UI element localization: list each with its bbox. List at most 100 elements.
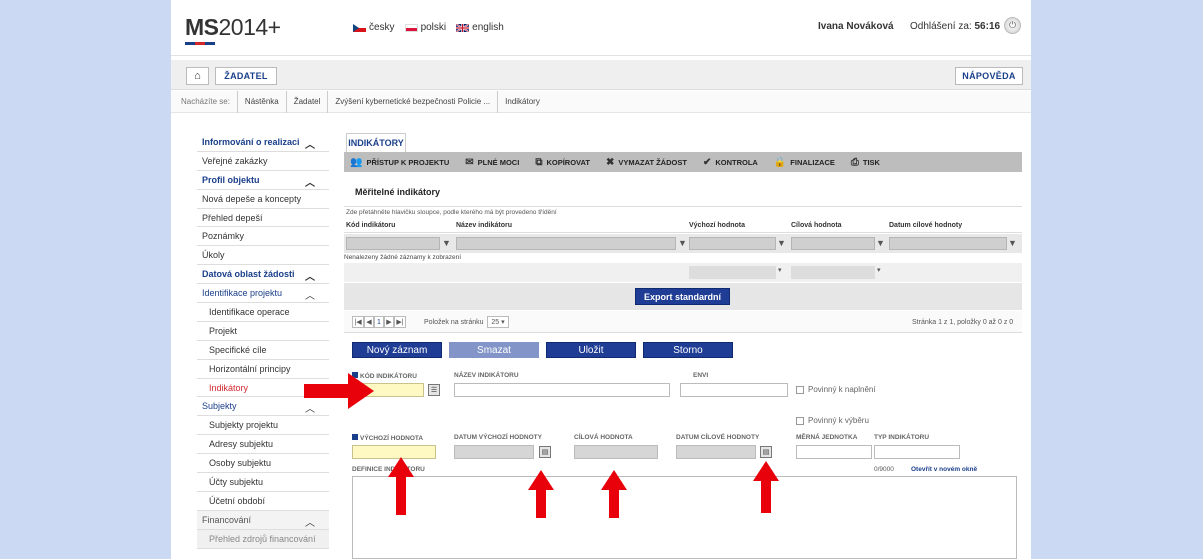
sidebar-item-ukoly[interactable]: Úkoly — [197, 246, 329, 266]
pager-per-page-select[interactable]: 25 ▾ — [487, 316, 509, 328]
home-button[interactable]: ⌂ — [186, 67, 209, 85]
toolbar-check-button[interactable]: ✔ KONTROLA — [703, 157, 758, 168]
people-icon: 👥 — [350, 156, 363, 168]
toolbar-print-button[interactable]: ⎙ TISK — [851, 157, 880, 168]
filter-icon[interactable]: ▼ — [677, 237, 688, 250]
filter-input[interactable] — [456, 237, 676, 250]
envi-input[interactable] — [680, 383, 788, 397]
lang-english[interactable]: english — [456, 22, 504, 33]
filter-input[interactable] — [889, 237, 1007, 250]
pager-next-button[interactable]: ▶ — [384, 316, 394, 328]
dropdown-arrow-icon[interactable]: ▾ — [778, 266, 782, 274]
power-icon[interactable]: ⏻ — [1004, 17, 1021, 34]
breadcrumb-item[interactable]: Nástěnka — [238, 90, 287, 113]
toolbar: 👥 PŘÍSTUP K PROJEKTU ✉ PLNÉ MOCI ⧉ KOPÍROVA… — [344, 152, 1022, 172]
sidebar-item-financovani[interactable]: Financování ︿ — [197, 510, 329, 530]
open-new-window-link[interactable]: Otevřít v novém okně — [911, 466, 977, 473]
filter-input[interactable] — [689, 237, 776, 250]
sidebar-item-subjekty-projektu[interactable]: Subjekty projektu — [197, 416, 329, 436]
help-button[interactable]: NÁPOVĚDA — [955, 67, 1023, 85]
per-page-value: 25 — [491, 318, 500, 326]
lang-czech[interactable]: česky — [353, 22, 395, 33]
column-header[interactable]: Kód indikátoru — [346, 222, 395, 229]
calendar-icon[interactable]: ▤ — [760, 446, 772, 458]
user-name[interactable]: Ivana Nováková — [818, 21, 894, 32]
filter-input[interactable] — [346, 237, 440, 250]
sidebar-item-ucty-subjektu[interactable]: Účty subjektu — [197, 473, 329, 492]
toolbar-finalize-button[interactable]: 🔒 FINALIZACE — [774, 157, 835, 168]
sidebar-item-identifikace-projektu[interactable]: Identifikace projektu ︿ — [197, 284, 329, 304]
checkbox-box[interactable] — [796, 385, 804, 394]
pager-current-page[interactable]: 1 — [374, 316, 384, 328]
sidebar: Informování o realizaci ︿ Veřejné zakázky… — [197, 133, 329, 559]
start-value-label: VÝCHOZÍ HODNOTA — [352, 434, 423, 442]
calendar-icon[interactable]: ▤ — [539, 446, 551, 458]
tab-indikatory[interactable]: INDIKÁTORY — [346, 133, 406, 152]
chevron-up-icon[interactable]: ︿ — [305, 136, 315, 151]
lang-polish[interactable]: polski — [404, 22, 446, 33]
sidebar-item-specificke-cile[interactable]: Specifické cíle — [197, 340, 329, 360]
sidebar-item-adresy-subjektu[interactable]: Adresy subjektu — [197, 435, 329, 455]
filter-icon[interactable]: ▼ — [776, 237, 787, 250]
filter-icon[interactable]: ▼ — [875, 237, 886, 250]
cancel-button[interactable]: Storno — [643, 342, 733, 358]
definition-textarea[interactable] — [352, 476, 1017, 559]
aggregate-select[interactable] — [791, 266, 875, 279]
list-icon[interactable]: ☰ — [428, 384, 440, 396]
start-date-input[interactable] — [454, 445, 534, 459]
chevron-up-icon[interactable]: ︿ — [305, 287, 315, 302]
sidebar-item-profil-objektu[interactable]: Profil objektu ︿ — [197, 170, 329, 190]
column-header[interactable]: Název indikátoru — [456, 222, 512, 229]
sidebar-item-prehled-zdroju[interactable]: Přehled zdrojů financování — [197, 529, 329, 549]
delete-button[interactable]: Smazat — [449, 342, 539, 358]
export-button[interactable]: Export standardní — [635, 288, 730, 305]
aggregate-select[interactable] — [689, 266, 776, 279]
pager-prev-button[interactable]: ◀ — [364, 316, 374, 328]
chevron-up-icon[interactable]: ︿ — [305, 174, 315, 189]
toolbar-access-button[interactable]: 👥 PŘÍSTUP K PROJEKTU — [350, 157, 449, 168]
sidebar-item-informovani[interactable]: Informování o realizaci ︿ — [197, 133, 329, 152]
sidebar-item-prehled-depesi[interactable]: Přehled depeší — [197, 208, 329, 228]
unit-input[interactable] — [796, 445, 872, 459]
new-record-button[interactable]: Nový záznam — [352, 342, 442, 358]
toolbar-power-of-attorney-button[interactable]: ✉ PLNÉ MOCI — [465, 157, 519, 168]
target-value-input[interactable] — [574, 445, 658, 459]
filter-input[interactable] — [791, 237, 875, 250]
breadcrumb-item[interactable]: Zvýšení kybernetické bezpečnosti Policie… — [328, 90, 499, 113]
logo[interactable]: MS2014+ — [185, 14, 281, 41]
filter-icon[interactable]: ▼ — [1007, 237, 1018, 250]
toolbar-delete-button[interactable]: ✖ VYMAZAT ŽÁDOST — [606, 157, 687, 168]
name-input[interactable] — [454, 383, 670, 397]
sidebar-item-datova-oblast[interactable]: Datová oblast žádosti ︿ — [197, 265, 329, 285]
type-label: TYP INDIKÁTORU — [874, 434, 930, 441]
breadcrumb-item[interactable]: Žadatel — [287, 90, 329, 113]
filter-icon[interactable]: ▼ — [441, 237, 452, 250]
column-header[interactable]: Výchozí hodnota — [689, 222, 745, 229]
sidebar-item-nova-depese[interactable]: Nová depeše a koncepty — [197, 189, 329, 209]
chevron-up-icon[interactable]: ︿ — [305, 268, 315, 283]
sidebar-item-projekt[interactable]: Projekt — [197, 321, 329, 341]
applicant-button[interactable]: ŽADATEL — [215, 67, 277, 85]
mandatory-fulfil-checkbox[interactable]: Povinný k naplnění — [796, 385, 876, 394]
mandatory-select-checkbox[interactable]: Povinný k výběru — [796, 416, 869, 425]
logo-text: MS — [185, 14, 219, 40]
dropdown-arrow-icon[interactable]: ▾ — [877, 266, 881, 274]
pager-first-button[interactable]: |◀ — [352, 316, 364, 328]
sidebar-item-identifikace-operace[interactable]: Identifikace operace — [197, 303, 329, 322]
type-input[interactable] — [874, 445, 960, 459]
target-date-input[interactable] — [676, 445, 756, 459]
toolbar-copy-button[interactable]: ⧉ KOPÍROVAT — [535, 157, 590, 168]
chevron-up-icon[interactable]: ︿ — [305, 514, 315, 529]
logout-timer: Odhlášení za: 56:16 — [910, 21, 1000, 32]
sidebar-item-verejne-zakazky[interactable]: Veřejné zakázky — [197, 151, 329, 171]
sidebar-item-osoby-subjektu[interactable]: Osoby subjektu — [197, 454, 329, 474]
breadcrumb-item[interactable]: Indikátory — [498, 91, 547, 113]
pl-flag-icon — [404, 23, 418, 32]
checkbox-box[interactable] — [796, 416, 804, 425]
sidebar-item-poznamky[interactable]: Poznámky — [197, 227, 329, 247]
pager-last-button[interactable]: ▶| — [394, 316, 406, 328]
column-header[interactable]: Cílová hodnota — [791, 222, 842, 229]
column-header[interactable]: Datum cílové hodnoty — [889, 222, 962, 229]
save-button[interactable]: Uložit — [546, 342, 636, 358]
sidebar-item-ucetni-obdobi[interactable]: Účetní období — [197, 491, 329, 511]
